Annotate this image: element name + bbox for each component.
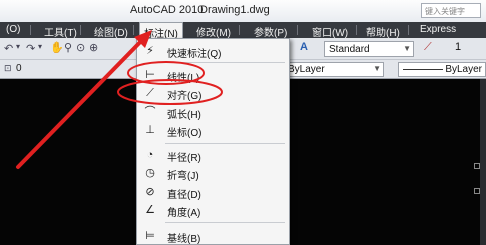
viewport-marker [474,163,480,169]
menu-divider [297,25,298,35]
number-value: 1 [455,41,462,53]
linetype-value: ByLayer [288,64,325,75]
undo-icon[interactable]: ↶ [4,42,13,55]
app-title: AutoCAD 2010 [130,4,204,16]
menu-divider [356,25,357,35]
lineweight-preview [403,69,443,70]
menu-item-draw[interactable]: 绘图(D) [94,24,128,39]
lineweight-select[interactable]: ByLayer [398,62,486,77]
menu-item-label: 半径(R) [167,153,201,164]
diameter-icon: ⊘ [145,186,155,198]
zoom-previous-icon[interactable]: ⊕ [89,41,98,54]
viewport-marker [474,188,480,194]
zoom-realtime-icon[interactable]: ⚲ [64,41,72,54]
layer-state-icon[interactable]: ⊡ [4,63,12,74]
menu-item-label: 基线(B) [167,234,201,245]
menu-linear[interactable]: ⊢ 线性(L) [137,66,289,84]
menu-divider [30,25,31,35]
pan-icon[interactable]: ✋ [50,41,64,54]
search-input[interactable]: 键入关键字 [421,3,481,18]
menu-divider [133,25,134,35]
menu-arc-length[interactable]: ⌒ 弧长(H) [137,103,289,121]
menu-divider [408,25,409,35]
menu-bar: (O) 工具(T) 绘图(D) 标注(N) 修改(M) 参数(P) 窗口(W) … [0,22,486,40]
chevron-down-icon: ▼ [373,64,381,73]
arc-length-icon: ⌒ [144,106,156,118]
radius-icon: ◔ [146,149,154,161]
menu-angular[interactable]: ∠ 角度(A) [137,201,289,219]
text-style-value: Standard [329,44,370,55]
dimension-menu: ⚡ 快速标注(Q) ⊢ 线性(L) ⟋ 对齐(G) ⌒ 弧长(H) ⊥ 坐标(O… [136,38,290,245]
menu-item-label: 坐标(O) [167,128,202,139]
lineweight-value: ByLayer [445,64,482,75]
redo-icon[interactable]: ↷ [26,42,35,55]
menu-separator [165,62,285,63]
dropdown-arrow-icon[interactable]: ▾ [38,42,42,51]
document-title: Drawing1.dwg [200,4,270,16]
menu-item-dimension[interactable]: 标注(N) [139,22,183,40]
text-style-select[interactable]: Standard ▼ [324,41,414,57]
layer-value: 0 [16,63,22,74]
aligned-dimension-icon: ⟋ [146,87,154,99]
angular-icon: ∠ [145,204,155,216]
menu-quick-dimension[interactable]: ⚡ 快速标注(Q) [137,42,289,60]
dimension-style-icon[interactable]: ⟋ [424,41,432,54]
menu-item-modify[interactable]: 修改(M) [196,24,231,39]
menu-item-tools[interactable]: 工具(T) [44,24,77,39]
menu-divider [80,25,81,35]
menu-item-label: 折弯(J) [167,171,199,182]
jogged-icon: ◷ [145,167,155,179]
menu-jogged[interactable]: ◷ 折弯(J) [137,164,289,182]
autocad-window: AutoCAD 2010 Drawing1.dwg 键入关键字 (O) 工具(T… [0,0,486,245]
menu-item-window[interactable]: 窗口(W) [312,24,348,39]
baseline-icon: ⊨ [145,230,155,242]
menu-radius[interactable]: ◔ 半径(R) [137,146,289,164]
menu-item-format[interactable]: (O) [6,24,20,35]
quick-dimension-icon: ⚡ [146,45,154,57]
menu-divider [239,25,240,35]
search-placeholder: 键入关键字 [425,7,465,16]
menu-item-help[interactable]: 帮助(H) [366,24,400,39]
menu-diameter[interactable]: ⊘ 直径(D) [137,183,289,201]
menu-ordinate[interactable]: ⊥ 坐标(O) [137,121,289,139]
menu-item-parametric[interactable]: 参数(P) [254,24,287,39]
linetype-select[interactable]: ByLayer ▼ [284,62,384,77]
menu-baseline[interactable]: ⊨ 基线(B) [137,227,289,245]
menu-item-express[interactable]: Express [420,24,456,35]
ordinate-icon: ⊥ [145,124,155,136]
title-bar: AutoCAD 2010 Drawing1.dwg 键入关键字 [0,0,486,22]
menu-separator [165,143,285,144]
menu-item-label: 弧长(H) [167,110,201,121]
linear-dimension-icon: ⊢ [145,69,155,81]
menu-item-label: 直径(D) [167,190,201,201]
chevron-down-icon: ▼ [403,44,411,53]
menu-aligned[interactable]: ⟋ 对齐(G) [137,84,289,102]
vertical-scrollbar[interactable] [480,79,486,245]
dropdown-arrow-icon[interactable]: ▾ [16,42,20,51]
menu-item-label: 对齐(G) [167,91,202,102]
menu-separator [165,222,285,223]
menu-item-label: 角度(A) [167,208,201,219]
menu-item-label: 快速标注(Q) [167,49,222,60]
text-style-icon[interactable]: A [300,41,308,53]
menu-item-label: 线性(L) [167,73,200,84]
zoom-window-icon[interactable]: ⊙ [76,41,85,54]
